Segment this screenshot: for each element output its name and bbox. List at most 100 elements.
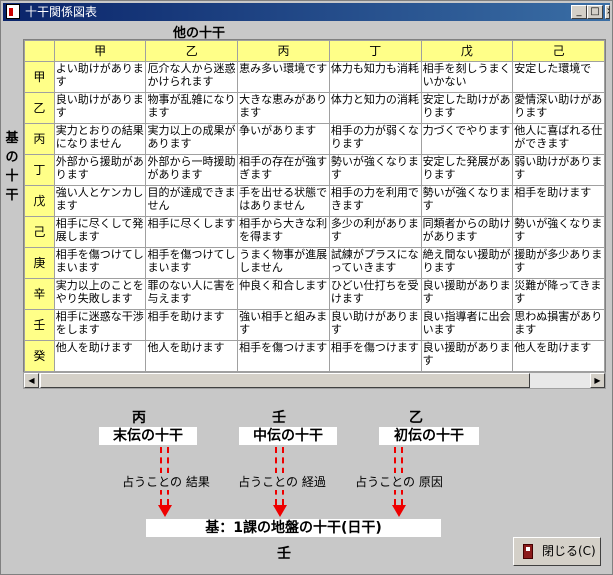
table-cell[interactable]: 相手に迷惑な干渉をします: [53, 309, 147, 341]
table-cell[interactable]: 弱い助けがあります: [512, 154, 605, 186]
table-cell[interactable]: 相手を傷つけてしまいます: [145, 247, 239, 279]
table-cell[interactable]: 試練がプラスになっていきます: [328, 247, 422, 279]
door-icon: [523, 544, 533, 559]
table-row: 戊強い人とケンカします 目的が達成できません 手を出せる状態ではありません 相手の力を…: [24, 185, 605, 217]
table-cell[interactable]: 援助が多少あります: [512, 247, 605, 279]
column-header: 己: [512, 40, 605, 62]
table-cell[interactable]: 厄介な人から迷惑かけられます: [145, 61, 239, 93]
table-cell[interactable]: 手を出せる状態ではありません: [237, 185, 330, 217]
table-cell[interactable]: 相手を傷つけます: [237, 340, 330, 372]
table-row: 癸他人を助けます 他人を助けます 相手を傷つけます 相手を傷つけます 良い援助があります…: [24, 340, 605, 372]
table-cell[interactable]: 恵み多い環境です: [237, 61, 330, 93]
table-cell[interactable]: 良い助けがあります: [53, 92, 147, 124]
table-cell[interactable]: 他人を助けます: [145, 340, 239, 372]
row-header: 己: [24, 216, 55, 248]
table-cell[interactable]: 他人を助けます: [53, 340, 147, 372]
table-cell[interactable]: 相手を刻しうまくいかない: [420, 61, 514, 93]
table-cell[interactable]: 相手を助けます: [145, 309, 239, 341]
table-cell[interactable]: 争いがあります: [237, 123, 330, 155]
table-cell[interactable]: 相手を傷つけます: [328, 340, 422, 372]
table-cell[interactable]: 同類者からの助けがあります: [420, 216, 514, 248]
table-cell[interactable]: 他人を助けます: [512, 340, 605, 372]
cause-arrow-down-icon: [392, 505, 406, 517]
table-cell[interactable]: 安定した環境で: [512, 61, 605, 93]
row-header: 壬: [24, 309, 55, 341]
scroll-left-arrow-icon[interactable]: ◀: [24, 373, 39, 388]
table-cell[interactable]: 強い相手と組みます: [237, 309, 330, 341]
table-cell[interactable]: 外部から一時援助があります: [145, 154, 239, 186]
table-cell[interactable]: 相手の力を利用できます: [328, 185, 422, 217]
row-header: 丁: [24, 154, 55, 186]
table-cell[interactable]: 相手から大きな利を得ます: [237, 216, 330, 248]
table-cell[interactable]: 安定した助けがあります: [420, 92, 514, 124]
table-cell[interactable]: 実力以上のことをやり失敗します: [53, 278, 147, 310]
table-cell[interactable]: 良い援助があります: [420, 278, 514, 310]
row-header: 辛: [24, 278, 55, 310]
row-header: 癸: [24, 340, 55, 372]
table-cell[interactable]: 体力と知力の消耗: [328, 92, 422, 124]
close-button[interactable]: 閉じる(C): [513, 537, 601, 566]
table-row: 丁外部から援助があります 外部から一時援助があります 相手の存在が強すぎます 勢いが強…: [24, 154, 605, 186]
table-cell[interactable]: 仲良く和合します: [237, 278, 330, 310]
table-cell[interactable]: 思わぬ損害があります: [512, 309, 605, 341]
column-header: 丁: [328, 40, 422, 62]
table-cell[interactable]: 物事が乱雑になります: [145, 92, 239, 124]
row-header: 丙: [24, 123, 55, 155]
table-cell[interactable]: 勢いが強くなります: [328, 154, 422, 186]
table-cell[interactable]: 安定した発展があります: [420, 154, 514, 186]
middle-stem: 壬: [272, 410, 286, 426]
row-header: 庚: [24, 247, 55, 279]
table-cell[interactable]: 他人に喜ばれる仕ができます: [512, 123, 605, 155]
table-cell[interactable]: 相手を助けます: [512, 185, 605, 217]
relationship-grid[interactable]: 甲乙丙丁戊己 甲よい助けがあります 厄介な人から迷惑かけられます 恵み多い環境です体…: [23, 39, 606, 373]
table-row: 甲よい助けがあります 厄介な人から迷惑かけられます 恵み多い環境です 体力も知力も消耗…: [24, 61, 605, 93]
table-cell[interactable]: 災難が降ってきます: [512, 278, 605, 310]
maximize-button[interactable]: □: [587, 5, 603, 19]
table-cell[interactable]: 相手を傷つけてしまいます: [53, 247, 147, 279]
table-cell[interactable]: 強い人とケンカします: [53, 185, 147, 217]
table-cell[interactable]: 絶え間ない援助がります: [420, 247, 514, 279]
close-window-button[interactable]: ×: [605, 5, 610, 19]
table-cell[interactable]: 実力とおりの結果になりません: [53, 123, 147, 155]
scroll-right-arrow-icon[interactable]: ▶: [590, 373, 605, 388]
table-cell[interactable]: 勢いが強くなります: [420, 185, 514, 217]
horizontal-scrollbar[interactable]: ◀ ▶: [23, 372, 606, 389]
table-row: 丙実力とおりの結果になりません 実力以上の成果があります 争いがあります 相手の力が弱…: [24, 123, 605, 155]
column-header: 甲: [53, 40, 147, 62]
table-cell[interactable]: 体力も知力も消耗: [328, 61, 422, 93]
table-cell[interactable]: 目的が達成できません: [145, 185, 239, 217]
table-cell[interactable]: 良い援助があります: [420, 340, 514, 372]
table-row: 乙良い助けがあります 物事が乱雑になります 大きな恵みがあります 体力と知力の消耗 安定…: [24, 92, 605, 124]
table-cell[interactable]: 相手の力が弱くなります: [328, 123, 422, 155]
table-cell[interactable]: 外部から援助があります: [53, 154, 147, 186]
row-header: 乙: [24, 92, 55, 124]
table-cell[interactable]: 良い指導者に出会います: [420, 309, 514, 341]
base-stem: 壬: [277, 546, 291, 562]
table-row: 辛実力以上のことをやり失敗します 罪のない人に害を与えます 仲良く和合します ひどい仕…: [24, 278, 605, 310]
minimize-button[interactable]: _: [571, 5, 587, 19]
table-cell[interactable]: 大きな恵みがあります: [237, 92, 330, 124]
table-cell[interactable]: よい助けがあります: [53, 61, 147, 93]
final-transmission-label: 末伝の十干: [99, 427, 197, 445]
table-cell[interactable]: 力づくでやります: [420, 123, 514, 155]
final-stem: 丙: [132, 410, 146, 426]
table-cell[interactable]: うまく物事が進展しません: [237, 247, 330, 279]
middle-transmission-label: 中伝の十干: [239, 427, 337, 445]
table-cell[interactable]: 多少の利があります: [328, 216, 422, 248]
close-button-label: 閉じる(C): [542, 544, 596, 558]
column-header: 丙: [237, 40, 330, 62]
table-row: 己相手に尽くして発展します 相手に尽くします 相手から大きな利を得ます 多少の利があり…: [24, 216, 605, 248]
table-cell[interactable]: ひどい仕打ちを受けます: [328, 278, 422, 310]
table-cell[interactable]: 相手に尽くします: [145, 216, 239, 248]
table-cell[interactable]: 勢いが強くなります: [512, 216, 605, 248]
table-cell[interactable]: 相手の存在が強すぎます: [237, 154, 330, 186]
scroll-thumb[interactable]: [40, 373, 530, 388]
table-cell[interactable]: 罪のない人に害を与えます: [145, 278, 239, 310]
table-cell[interactable]: 良い助けがあります: [328, 309, 422, 341]
header-row: 甲乙丙丁戊己: [24, 40, 605, 62]
initial-stem: 乙: [409, 410, 423, 426]
table-cell[interactable]: 愛情深い助けがあります: [512, 92, 605, 124]
column-header: 戊: [420, 40, 514, 62]
table-cell[interactable]: 実力以上の成果があります: [145, 123, 239, 155]
table-cell[interactable]: 相手に尽くして発展します: [53, 216, 147, 248]
